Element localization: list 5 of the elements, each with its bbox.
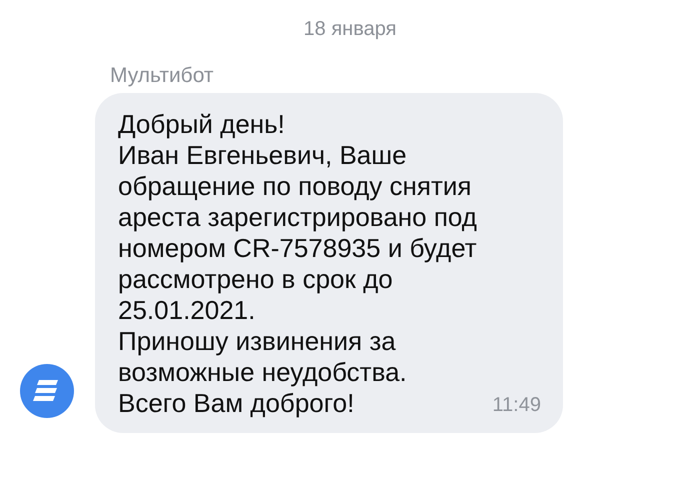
date-divider: 18 января: [302, 17, 398, 42]
message-text: Добрый день! Иван Евгеньевич, Ваше обращение по поводу снятия ареста зарегистрировано под номером CR-7578935 и будет рассмотрено в срок до 25.01.2021. Приношу извинения за возможные неудобства. Всего Вам доброго!: [118, 109, 477, 419]
message-time: 11:49: [492, 394, 541, 417]
sender-name: Мультибот: [110, 64, 215, 89]
avatar-icon[interactable]: [20, 364, 74, 418]
